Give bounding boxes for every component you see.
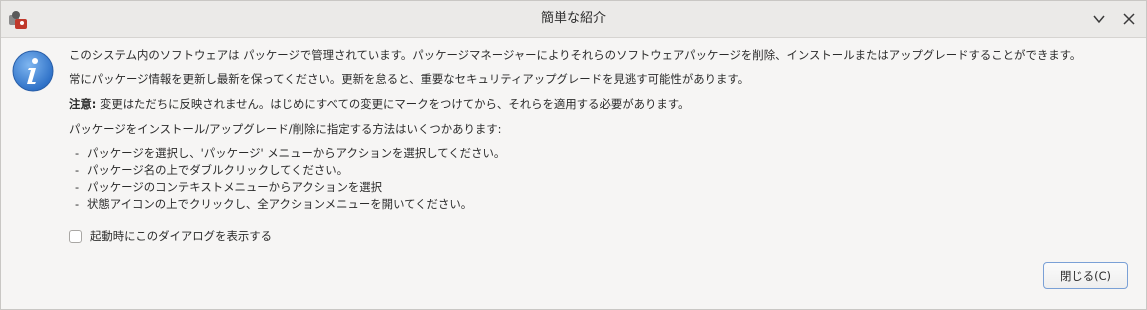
list-item: - パッケージ名の上でダブルクリックしてください。 xyxy=(75,163,349,177)
note-text: 注意: 変更はただちに反映されません。はじめにすべての変更にマークをつけてから、… xyxy=(69,96,1139,112)
list-item: - パッケージを選択し、'パッケージ' メニューからアクションを選択してください。 xyxy=(75,146,506,160)
list-item: - 状態アイコンの上でクリックし、全アクションメニューを開いてください。 xyxy=(75,197,473,211)
list-item: - パッケージのコンテキストメニューからアクションを選択 xyxy=(75,180,383,194)
chevron-down-icon[interactable] xyxy=(1087,7,1111,31)
note-label: 注意: xyxy=(69,97,97,111)
window-title: 簡単な紹介 xyxy=(540,11,606,26)
show-on-startup-option[interactable]: 起動時にこのダイアログを表示する xyxy=(69,228,272,244)
show-on-startup-checkbox[interactable] xyxy=(69,229,82,243)
show-on-startup-label[interactable]: 起動時にこのダイアログを表示する xyxy=(90,228,272,244)
dialog-content: このシステム内のソフトウェアは パッケージで管理されています。パッケージマネージ… xyxy=(69,47,1139,213)
note-body: 変更はただちに反映されません。はじめにすべての変更にマークをつけてから、それらを… xyxy=(96,97,690,111)
title-bar: 簡単な紹介 xyxy=(1,1,1146,38)
update-text: 常にパッケージ情報を更新し最新を保ってください。更新を怠ると、重要なセキュリティ… xyxy=(69,72,750,86)
close-icon[interactable] xyxy=(1117,7,1141,31)
info-icon xyxy=(11,49,55,93)
methods-intro-text: パッケージをインストール/アップグレード/削除に指定する方法はいくつかあります: xyxy=(69,122,502,136)
intro-text: このシステム内のソフトウェアは パッケージで管理されています。パッケージマネージ… xyxy=(69,48,1082,62)
dialog-window: 簡単な紹介 このシステム内のソフトウェアは パッケージで管理されています。パッケ… xyxy=(0,0,1147,310)
close-button[interactable]: 閉じる(C) xyxy=(1043,262,1128,289)
